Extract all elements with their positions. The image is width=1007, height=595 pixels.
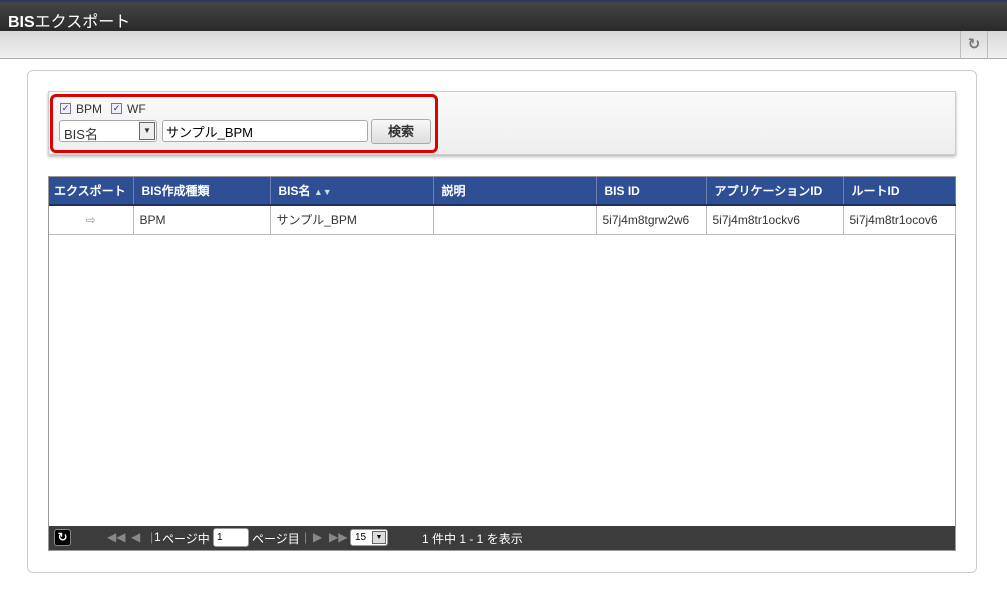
page-title: エクスポート bbox=[34, 14, 131, 31]
cell-route-id: 5i7j4m8tr1ocov6 bbox=[843, 205, 956, 235]
chevron-down-icon: ▼ bbox=[139, 122, 155, 140]
reload-icon[interactable]: ↻ bbox=[54, 529, 71, 546]
col-bis-id[interactable]: BIS ID bbox=[596, 177, 707, 206]
col-app-id[interactable]: アプリケーションID bbox=[706, 177, 844, 206]
cell-bis-id: 5i7j4m8tgrw2w6 bbox=[596, 205, 707, 235]
reload-icon[interactable]: ↻ bbox=[960, 31, 988, 59]
total-pages: 1 bbox=[154, 530, 161, 544]
pager-summary: 1 件中 1 - 1 を表示 bbox=[422, 532, 523, 546]
sort-icon: ▲▼ bbox=[313, 187, 332, 197]
col-route-id[interactable]: ルートID bbox=[843, 177, 956, 206]
page-input[interactable] bbox=[213, 528, 249, 547]
cell-type: BPM bbox=[133, 205, 271, 235]
field-select-value: BIS名 bbox=[64, 127, 98, 142]
bpm-checkbox[interactable]: ✓ bbox=[60, 103, 71, 114]
next-page-icon[interactable]: ▶ bbox=[313, 530, 322, 544]
field-select[interactable]: BIS名 ▼ bbox=[59, 120, 157, 142]
cell-name: サンプル_BPM bbox=[270, 205, 434, 235]
page-suffix: ページ目 bbox=[252, 532, 300, 546]
wf-label: WF bbox=[127, 102, 146, 116]
cell-app-id: 5i7j4m8tr1ockv6 bbox=[706, 205, 844, 235]
title-bar: BISエクスポート bbox=[0, 0, 1007, 31]
title-bold: BIS bbox=[8, 14, 35, 31]
col-name-label: BIS名 bbox=[278, 184, 311, 198]
table-row: ⇨ BPM サンプル_BPM 5i7j4m8tgrw2w6 5i7j4m8tr1… bbox=[49, 205, 956, 235]
toolbar: ↻ bbox=[0, 31, 1007, 59]
col-description[interactable]: 説明 bbox=[433, 177, 597, 206]
pager: ↻ ◀◀ ◀ | 1 ページ中 ページ目 | ▶ ▶▶ 15▼ 1 件中 1 -… bbox=[49, 526, 955, 550]
pages-label: ページ中 bbox=[162, 532, 210, 546]
chevron-down-icon: ▼ bbox=[372, 531, 386, 544]
col-type[interactable]: BIS作成種類 bbox=[133, 177, 271, 206]
cell-description bbox=[433, 205, 597, 235]
bis-grid: エクスポート BIS作成種類 BIS名 ▲▼ 説明 BIS ID アプリケーショ… bbox=[48, 176, 956, 551]
keyword-input[interactable] bbox=[162, 120, 368, 142]
prev-page-icon[interactable]: ◀ bbox=[131, 530, 140, 544]
first-page-icon[interactable]: ◀◀ bbox=[107, 530, 125, 544]
col-export[interactable]: エクスポート bbox=[49, 177, 134, 206]
bpm-label: BPM bbox=[76, 102, 103, 116]
page-size-value: 15 bbox=[355, 532, 367, 543]
wf-checkbox[interactable]: ✓ bbox=[111, 103, 122, 114]
export-icon[interactable]: ⇨ bbox=[49, 205, 134, 235]
search-button[interactable]: 検索 bbox=[371, 119, 431, 144]
last-page-icon[interactable]: ▶▶ bbox=[329, 530, 347, 544]
page-size-select[interactable]: 15 ▼ bbox=[350, 529, 388, 546]
col-name[interactable]: BIS名 ▲▼ bbox=[270, 177, 434, 206]
